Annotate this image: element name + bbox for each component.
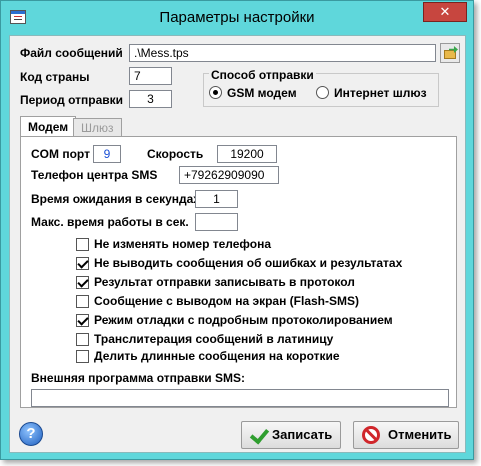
max-work-time-label: Макс. время работы в сек. (31, 215, 189, 229)
com-port-label: COM порт (31, 147, 90, 161)
browse-folder-button[interactable] (440, 43, 460, 63)
country-code-label: Код страны (20, 70, 90, 84)
window-title: Параметры настройки (159, 9, 315, 26)
cancel-icon (362, 426, 380, 444)
wait-seconds-input[interactable]: 1 (195, 190, 238, 208)
file-label: Файл сообщений (20, 46, 123, 60)
tab-gateway[interactable]: Шлюз (73, 118, 122, 137)
option-label-keep-phone: Не изменять номер телефона (94, 237, 272, 251)
option-label-flash-sms: Сообщение с выводом на экран (Flash-SMS) (94, 294, 360, 308)
option-checkbox-log-result[interactable] (76, 276, 89, 289)
option-checkbox-no-errors[interactable] (76, 257, 89, 270)
cancel-button[interactable]: Отменить (353, 421, 459, 449)
help-button[interactable]: ? (19, 422, 43, 446)
save-button-label: Записать (272, 427, 333, 442)
speed-label: Скорость (147, 147, 204, 161)
internet-gateway-radio[interactable] (316, 86, 329, 99)
option-checkbox-flash-sms[interactable] (76, 295, 89, 308)
sms-center-label: Телефон центра SMS (31, 168, 158, 182)
option-checkbox-split-long[interactable] (76, 350, 89, 363)
speed-input[interactable]: 19200 (217, 145, 277, 163)
option-checkbox-debug[interactable] (76, 314, 89, 327)
country-code-input[interactable]: 7 (129, 67, 172, 85)
send-period-label: Период отправки (20, 93, 124, 107)
close-button[interactable]: ✕ (423, 2, 467, 22)
save-button[interactable]: Записать (241, 421, 341, 449)
gsm-modem-label: GSM модем (227, 86, 297, 100)
external-program-label: Внешняя программа отправки SMS: (31, 371, 245, 385)
external-program-input[interactable] (31, 389, 449, 407)
tab-modem[interactable]: Модем (20, 116, 77, 137)
internet-gateway-label: Интернет шлюз (334, 86, 427, 100)
dialog-body: Файл сообщений .\Mess.tps Код страны 7 П… (9, 35, 466, 453)
max-work-time-input[interactable] (195, 213, 238, 231)
option-checkbox-keep-phone[interactable] (76, 238, 89, 251)
sms-center-input[interactable]: +79262909090 (179, 166, 279, 184)
option-label-transliterate: Транслитерация сообщений в латиницу (94, 332, 334, 346)
title-bar[interactable]: Параметры настройки ✕ (1, 1, 473, 35)
settings-window: Параметры настройки ✕ Файл сообщений .\M… (0, 0, 474, 460)
send-method-label: Способ отправки (209, 68, 316, 82)
option-label-log-result: Результат отправки записывать в протокол (94, 275, 355, 289)
com-port-input[interactable]: 9 (93, 145, 121, 163)
send-period-input[interactable]: 3 (129, 90, 172, 108)
option-label-no-errors: Не выводить сообщения об ошибках и резул… (94, 256, 403, 270)
cancel-button-label: Отменить (388, 427, 452, 442)
option-label-split-long: Делить длинные сообщения на короткие (94, 349, 340, 363)
wait-seconds-label: Время ожидания в секундах (31, 192, 200, 206)
file-input[interactable]: .\Mess.tps (129, 44, 436, 62)
gsm-modem-radio[interactable] (209, 86, 222, 99)
checkmark-icon (250, 426, 266, 444)
modem-tab-panel: COM порт 9 Скорость 19200 Телефон центра… (20, 136, 457, 408)
option-checkbox-transliterate[interactable] (76, 333, 89, 346)
option-label-debug: Режим отладки с подробным протоколирован… (94, 313, 393, 327)
